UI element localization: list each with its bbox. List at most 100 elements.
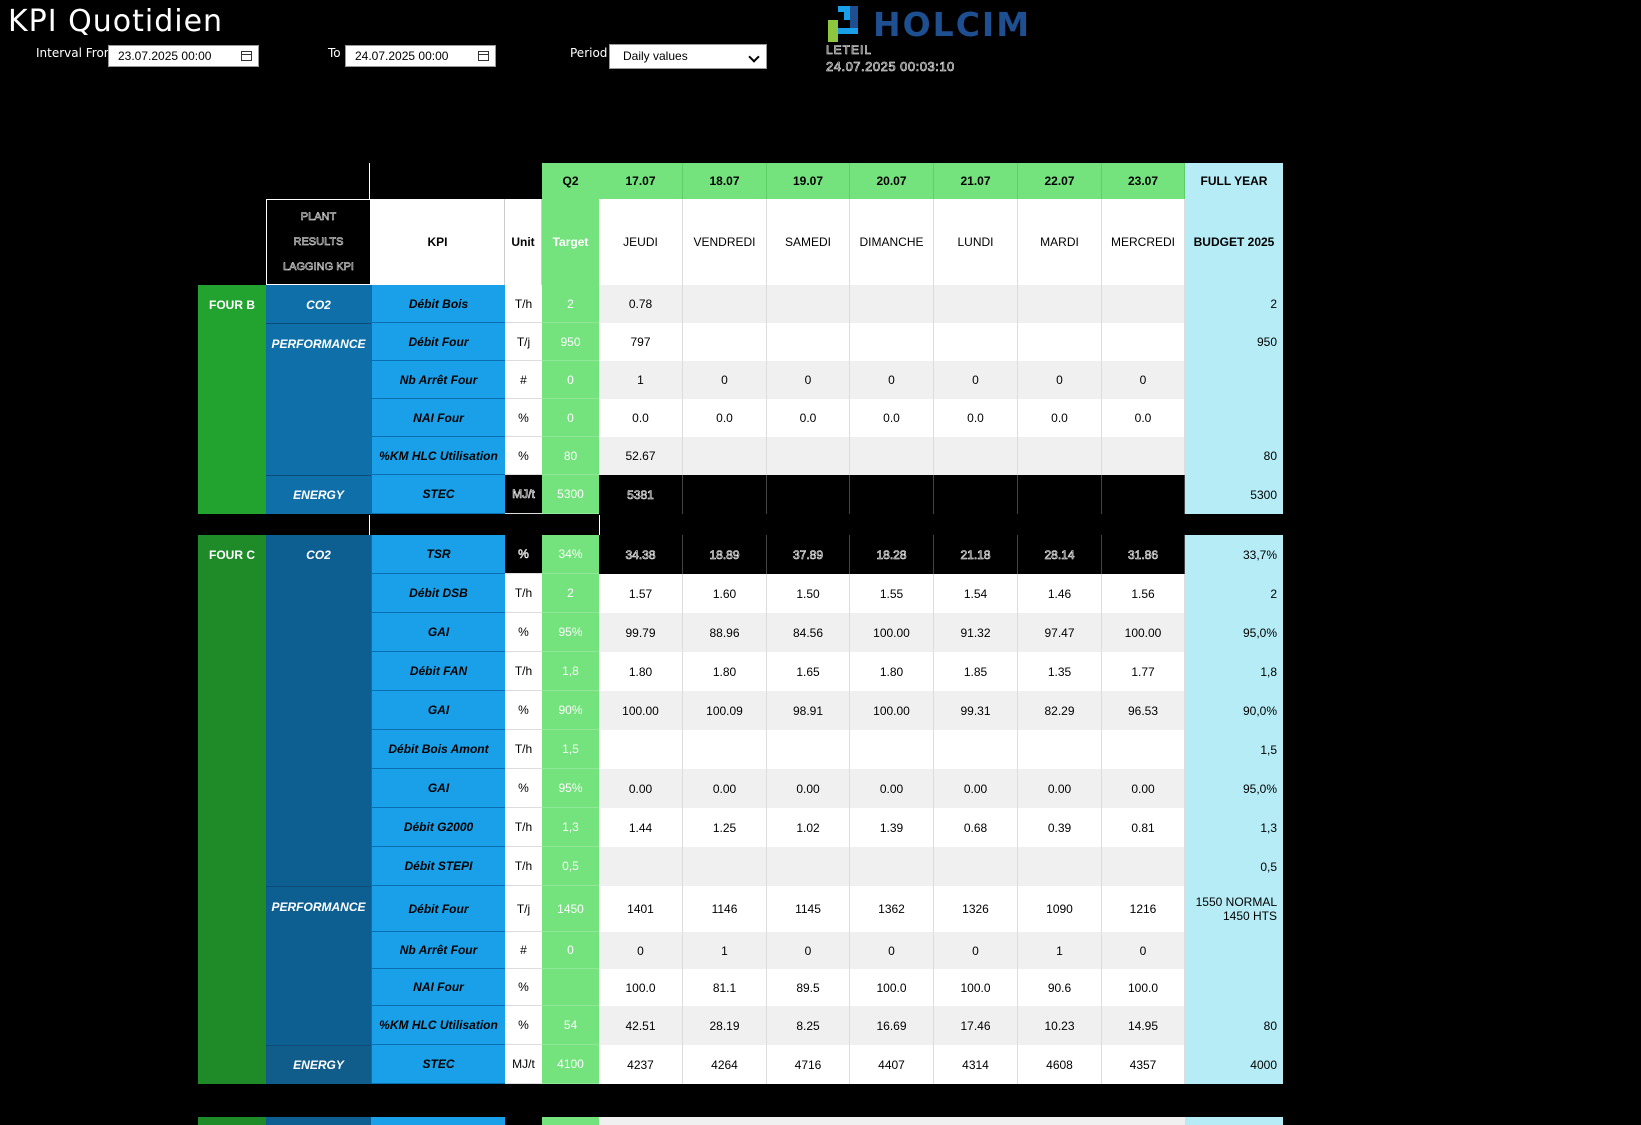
to-input[interactable]: 24.07.2025 00:00 [345, 45, 496, 67]
budget-cell [1185, 932, 1283, 969]
kpi-name: Débit Four [371, 323, 505, 361]
period-select[interactable]: Daily values [609, 44, 767, 69]
kpi-name: GAI [371, 769, 505, 808]
target-cell: 1,5 [542, 730, 599, 769]
value-cell [683, 730, 767, 769]
interval-from-input[interactable]: 23.07.2025 00:00 [108, 45, 259, 67]
budget-cell: 1550 NORMAL 1450 HTS [1185, 886, 1283, 932]
next-values [599, 1117, 1185, 1125]
value-cell: 0.00 [934, 769, 1018, 808]
kpi-name: NAI Four [371, 399, 505, 437]
value-cell [767, 437, 850, 475]
value-cell: 4264 [683, 1045, 767, 1084]
value-cell: 88.96 [683, 613, 767, 652]
target-cell: 54 [542, 1006, 599, 1045]
target-cell: 5300 [542, 475, 599, 514]
value-cell: 0 [683, 361, 767, 399]
kpi-header: KPI [371, 199, 505, 285]
value-cell: 17.46 [934, 1006, 1018, 1045]
value-cell: 52.67 [599, 437, 683, 475]
site-name: LETEIL [826, 43, 873, 58]
value-cell: 1 [1018, 932, 1102, 969]
value-cell: 1.46 [1018, 574, 1102, 613]
value-cell: 14.95 [1102, 1006, 1185, 1045]
value-cell: 0 [767, 932, 850, 969]
value-cell: 0.00 [767, 769, 850, 808]
budget-cell: 80 [1185, 1006, 1283, 1045]
calendar-icon[interactable] [241, 51, 252, 61]
header-day-name: DIMANCHE [850, 199, 934, 285]
unit-cell: % [505, 1006, 542, 1045]
value-cell: 5381 [599, 475, 683, 514]
value-cell: 0.0 [683, 399, 767, 437]
value-cell: 0.0 [599, 399, 683, 437]
target-cell: 95% [542, 769, 599, 808]
next-kpi [371, 1117, 505, 1125]
value-cell [767, 847, 850, 886]
kpi-name: NAI Four [371, 969, 505, 1006]
value-cell: 99.31 [934, 691, 1018, 730]
value-cell [683, 847, 767, 886]
unit-cell: T/h [505, 574, 542, 613]
value-cell [850, 323, 934, 361]
unit-cell: T/j [505, 323, 542, 361]
value-cell: 1.77 [1102, 652, 1185, 691]
value-cell: 100.09 [683, 691, 767, 730]
value-cell: 0.0 [934, 399, 1018, 437]
kpi-name: GAI [371, 691, 505, 730]
value-cell: 100.0 [599, 969, 683, 1006]
value-cell: 1.54 [934, 574, 1018, 613]
timestamp: 24.07.2025 00:03:10 [826, 59, 955, 75]
target-cell: 2 [542, 574, 599, 613]
unit-cell: T/j [505, 886, 542, 932]
budget-header: BUDGET 2025 [1185, 199, 1283, 285]
value-cell [1018, 323, 1102, 361]
value-cell: 1326 [934, 886, 1018, 932]
value-cell: 1145 [767, 886, 850, 932]
value-cell: 0 [767, 361, 850, 399]
value-cell [683, 437, 767, 475]
value-cell: 4716 [767, 1045, 850, 1084]
value-cell: 1.39 [850, 808, 934, 847]
budget-cell: 95,0% [1185, 769, 1283, 808]
value-cell [850, 285, 934, 323]
kpi-name: Débit STEPI [371, 847, 505, 886]
value-cell: 0.00 [683, 769, 767, 808]
value-cell: 0 [934, 932, 1018, 969]
target-cell: 4100 [542, 1045, 599, 1084]
value-cell: 18.89 [683, 535, 767, 574]
value-cell: 100.0 [1102, 969, 1185, 1006]
value-cell: 0.00 [1102, 769, 1185, 808]
header-day-name: SAMEDI [767, 199, 850, 285]
value-cell [934, 730, 1018, 769]
unit-cell: T/h [505, 730, 542, 769]
value-cell: 28.14 [1018, 535, 1102, 574]
period-value: Daily values [623, 49, 688, 63]
value-cell: 797 [599, 323, 683, 361]
value-cell [683, 323, 767, 361]
category-label: CO2 [266, 285, 371, 323]
target-cell: 0,5 [542, 847, 599, 886]
value-cell: 0 [934, 361, 1018, 399]
period-label: Period [570, 46, 608, 60]
calendar-icon[interactable] [478, 51, 489, 61]
unit-cell: MJ/t [505, 475, 542, 514]
value-cell: 0 [850, 932, 934, 969]
plant-header-line: PLANT [300, 210, 337, 223]
value-cell [1018, 475, 1102, 514]
value-cell: 91.32 [934, 613, 1018, 652]
unit-cell: % [505, 969, 542, 1006]
value-cell: 99.79 [599, 613, 683, 652]
unit-header: Unit [505, 199, 542, 285]
section-name: FOUR C [198, 535, 266, 1084]
target-cell: 1,3 [542, 808, 599, 847]
value-cell [850, 847, 934, 886]
value-cell [850, 437, 934, 475]
kpi-name: Débit Bois [371, 285, 505, 323]
value-cell: 1.65 [767, 652, 850, 691]
header-day-name: LUNDI [934, 199, 1018, 285]
budget-cell: 2 [1185, 285, 1283, 323]
kpi-name: GAI [371, 613, 505, 652]
kpi-name: Nb Arrêt Four [371, 932, 505, 969]
value-cell: 4407 [850, 1045, 934, 1084]
